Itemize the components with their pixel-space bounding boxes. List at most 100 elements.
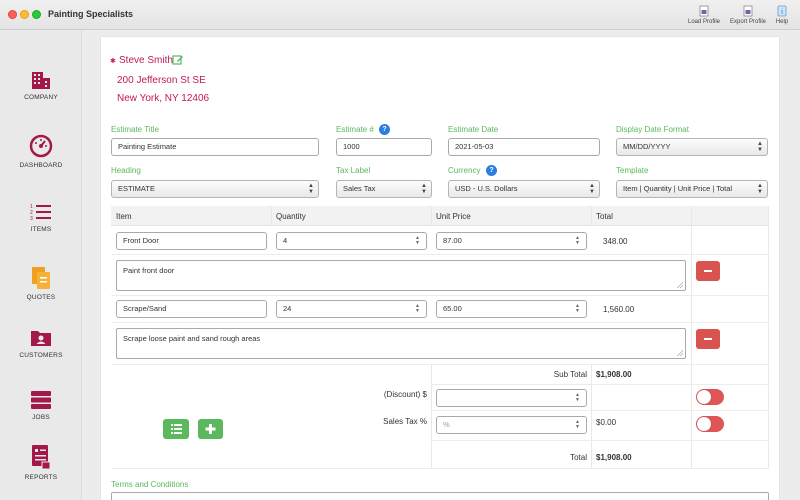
- zoom-window-button[interactable]: [32, 10, 41, 19]
- estimate-number-label: Estimate #: [336, 125, 374, 134]
- heading-select[interactable]: ESTIMATE ▲ ▼: [111, 180, 319, 198]
- subtotal-label: Sub Total: [553, 370, 587, 379]
- column-divider: [431, 206, 432, 226]
- row-divider: [111, 254, 769, 255]
- currency-help-icon[interactable]: ?: [486, 165, 497, 176]
- tax-amount-value: $0.00: [596, 418, 617, 427]
- sidebar-item-company[interactable]: COMPANY: [0, 70, 82, 101]
- date-format-label: Display Date Format: [616, 125, 689, 134]
- sidebar-item-label: COMPANY: [24, 94, 58, 101]
- select-arrows-icon: ▲ ▼: [589, 183, 595, 195]
- column-divider: [431, 364, 432, 468]
- row1-quantity-stepper[interactable]: 4 ▲ ▼: [276, 232, 427, 250]
- estimate-number-input[interactable]: 1000: [336, 138, 432, 156]
- sidebar-item-reports[interactable]: REPORTS: [0, 444, 82, 481]
- select-arrows-icon: ▲ ▼: [757, 141, 763, 153]
- row-divider: [431, 440, 769, 441]
- stepper-arrows-icon[interactable]: ▲ ▼: [575, 393, 580, 403]
- estimate-number-help-icon[interactable]: ?: [379, 124, 390, 135]
- plus-icon: [205, 424, 216, 434]
- column-header-total: Total: [596, 212, 613, 221]
- contact-folder-icon: [31, 331, 51, 346]
- stepper-arrows-icon[interactable]: ▲ ▼: [575, 420, 580, 430]
- total-label: Total: [570, 453, 587, 462]
- tax-label-select[interactable]: Sales Tax ▲ ▼: [336, 180, 432, 198]
- row1-description-textarea[interactable]: Paint front door: [116, 260, 686, 291]
- reorder-items-button[interactable]: [163, 419, 189, 439]
- row2-description-textarea[interactable]: Scrape loose paint and sand rough areas: [116, 328, 686, 359]
- table-right-border: [768, 206, 769, 468]
- estimate-title-input[interactable]: Painting Estimate: [111, 138, 319, 156]
- subtotal-value: $1,908.00: [596, 370, 632, 379]
- terms-textarea[interactable]: [111, 492, 769, 500]
- tax-percent-stepper[interactable]: % ▲ ▼: [436, 416, 587, 434]
- date-format-select[interactable]: MM/DD/YYYY ▲ ▼: [616, 138, 768, 156]
- stepper-arrows-icon[interactable]: ▲ ▼: [415, 236, 420, 246]
- template-label: Template: [616, 166, 649, 175]
- sidebar-item-label: JOBS: [32, 414, 50, 421]
- heading-label: Heading: [111, 166, 141, 175]
- stepper-arrows-icon[interactable]: ▲ ▼: [575, 304, 580, 314]
- currency-label: Currency: [448, 166, 481, 175]
- edit-icon[interactable]: [172, 54, 184, 66]
- discount-stepper[interactable]: ▲ ▼: [436, 389, 587, 407]
- company-address-line2: New York, NY 12406: [117, 93, 210, 104]
- row-divider: [431, 410, 769, 411]
- column-header-unit-price: Unit Price: [436, 212, 471, 221]
- currency-select[interactable]: USD - U.S. Dollars ▲ ▼: [448, 180, 600, 198]
- row1-item-input[interactable]: Front Door: [116, 232, 267, 250]
- estimate-date-input[interactable]: 2021-05-03: [448, 138, 600, 156]
- sidebar-item-items[interactable]: 1 2 3 ITEMS: [0, 202, 82, 233]
- select-arrows-icon: ▲ ▼: [308, 183, 314, 195]
- company-address-line1: 200 Jefferson St SE: [117, 75, 206, 86]
- report-icon: [32, 445, 51, 470]
- gauge-icon: [29, 134, 53, 158]
- list-icon: [171, 424, 182, 434]
- column-header-quantity: Quantity: [276, 212, 306, 221]
- load-profile-icon: [699, 5, 709, 17]
- sidebar: COMPANY DASHBOARD 1 2 3 ITEMS QUOTES CUS…: [0, 30, 82, 500]
- resize-handle-icon[interactable]: [677, 350, 683, 356]
- sidebar-item-customers[interactable]: CUSTOMERS: [0, 328, 82, 359]
- resize-handle-icon[interactable]: [677, 282, 683, 288]
- export-profile-icon: [743, 5, 753, 17]
- tax-label-label: Tax Label: [336, 166, 371, 175]
- close-window-button[interactable]: [8, 10, 17, 19]
- help-button[interactable]: i Help: [772, 5, 792, 25]
- items-table-header: Item Quantity Unit Price Total: [111, 206, 769, 226]
- company-name: Steve Smith: [119, 55, 173, 66]
- column-divider: [271, 206, 272, 226]
- column-divider: [691, 206, 692, 468]
- discount-toggle[interactable]: [696, 389, 724, 405]
- row1-delete-button[interactable]: [696, 261, 720, 281]
- row1-unit-price-stepper[interactable]: 87.00 ▲ ▼: [436, 232, 587, 250]
- sidebar-item-jobs[interactable]: JOBS: [0, 390, 82, 421]
- row2-quantity-stepper[interactable]: 24 ▲ ▼: [276, 300, 427, 318]
- estimate-title-label: Estimate Title: [111, 125, 160, 134]
- help-icon: i: [777, 5, 787, 17]
- stack-icon: [31, 391, 51, 409]
- template-select[interactable]: Item | Quantity | Unit Price | Total ▲ ▼: [616, 180, 768, 198]
- select-arrows-icon: ▲ ▼: [421, 183, 427, 195]
- row-divider: [111, 364, 769, 365]
- title-bar: Painting Specialists Load Profile Export…: [0, 0, 800, 30]
- row2-item-input[interactable]: Scrape/Sand: [116, 300, 267, 318]
- minimize-window-button[interactable]: [20, 10, 29, 19]
- stepper-arrows-icon[interactable]: ▲ ▼: [415, 304, 420, 314]
- stepper-arrows-icon[interactable]: ▲ ▼: [575, 236, 580, 246]
- row2-total: 1,560.00: [603, 305, 635, 314]
- toggle-knob: [697, 390, 711, 404]
- load-profile-button[interactable]: Load Profile: [684, 5, 724, 25]
- sidebar-item-quotes[interactable]: QUOTES: [0, 266, 82, 301]
- row1-total: 348.00: [603, 237, 628, 246]
- terms-label: Terms and Conditions: [111, 480, 189, 489]
- required-marker: ✱: [110, 58, 116, 65]
- sidebar-item-label: CUSTOMERS: [19, 352, 63, 359]
- add-item-button[interactable]: [198, 419, 223, 439]
- sidebar-item-dashboard[interactable]: DASHBOARD: [0, 134, 82, 169]
- column-header-item: Item: [116, 212, 132, 221]
- row2-unit-price-stepper[interactable]: 65.00 ▲ ▼: [436, 300, 587, 318]
- row2-delete-button[interactable]: [696, 329, 720, 349]
- export-profile-button[interactable]: Export Profile: [726, 5, 770, 25]
- tax-toggle[interactable]: [696, 416, 724, 432]
